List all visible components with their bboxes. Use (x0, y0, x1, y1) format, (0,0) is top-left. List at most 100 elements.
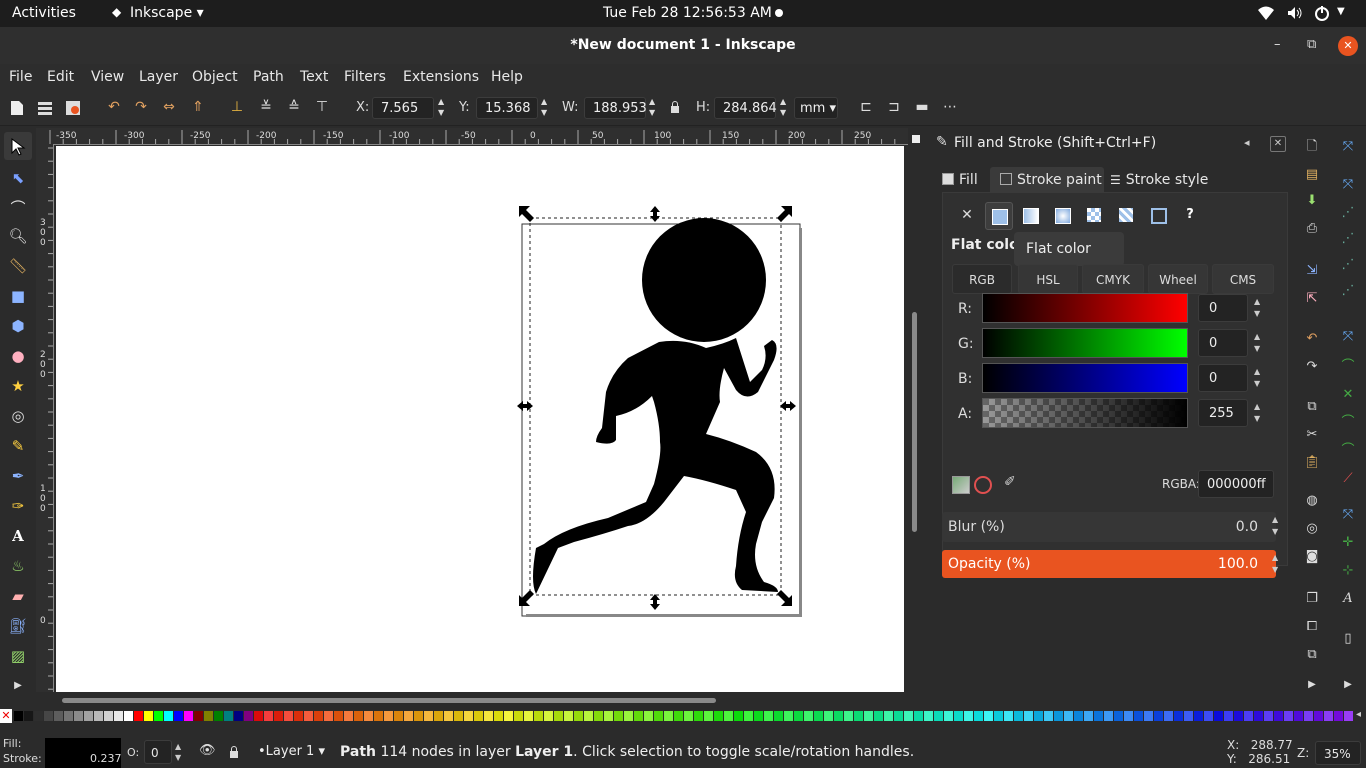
palette-swatch[interactable] (34, 711, 43, 721)
out-of-gamut-icon[interactable] (974, 476, 992, 494)
palette-swatch[interactable] (1014, 711, 1023, 721)
export-icon[interactable]: ⇱ (1303, 290, 1321, 308)
speaker-icon[interactable] (1287, 6, 1303, 20)
palette-swatch[interactable] (224, 711, 233, 721)
palette-swatch[interactable] (1164, 711, 1173, 721)
linear-gradient-button[interactable] (1017, 202, 1043, 228)
palette-swatch[interactable] (1084, 711, 1093, 721)
palette-swatch[interactable] (344, 711, 353, 721)
palette-swatch[interactable] (584, 711, 593, 721)
close-button[interactable]: ✕ (1338, 36, 1358, 56)
palette-swatch[interactable] (944, 711, 953, 721)
lower-icon[interactable]: ≚ (258, 99, 274, 115)
palette-swatch[interactable] (254, 711, 263, 721)
palette-swatch[interactable] (894, 711, 903, 721)
panel-close-button[interactable]: ✕ (1270, 136, 1286, 152)
more-commands-arrow-icon[interactable]: ▶ (1303, 676, 1321, 694)
drawing-canvas[interactable] (56, 146, 904, 692)
snap-cusp-icon[interactable]: ⌒ (1339, 414, 1357, 432)
palette-swatch[interactable] (1194, 711, 1203, 721)
palette-swatch[interactable] (1334, 711, 1343, 721)
palette-swatch[interactable] (1054, 711, 1063, 721)
b-slider[interactable] (982, 363, 1188, 393)
system-menu-arrow[interactable]: ▼ (1337, 6, 1345, 17)
palette-swatch[interactable] (134, 711, 143, 721)
menu-layer[interactable]: Layer (139, 69, 178, 85)
palette-swatch[interactable] (854, 711, 863, 721)
menu-extensions[interactable]: Extensions (403, 69, 479, 85)
palette-swatch[interactable] (1004, 711, 1013, 721)
selector-tool-icon[interactable] (10, 138, 26, 156)
app-menu[interactable]: Inkscape ▾ (130, 5, 204, 21)
flat-color-button[interactable] (985, 202, 1013, 230)
palette-swatch[interactable] (524, 711, 533, 721)
rgba-input[interactable]: 000000ff (1198, 470, 1274, 498)
palette-swatch[interactable] (744, 711, 753, 721)
unset-paint-button[interactable] (1145, 202, 1171, 228)
palette-swatch[interactable] (604, 711, 613, 721)
raise-icon[interactable]: ≙ (286, 99, 302, 115)
palette-swatch[interactable] (934, 711, 943, 721)
snap-midpoint-icon[interactable]: ⋰ (1339, 256, 1357, 274)
palette-swatch[interactable] (674, 711, 683, 721)
x-stepper[interactable]: ▲ ▼ (438, 96, 444, 118)
palette-swatch[interactable] (164, 711, 173, 721)
undo-icon[interactable]: ↶ (106, 99, 122, 115)
menu-edit[interactable]: Edit (47, 69, 74, 85)
horizontal-scrollbar[interactable] (56, 694, 908, 706)
x-input[interactable]: 7.565 (372, 97, 434, 119)
palette-swatch[interactable] (714, 711, 723, 721)
snap-center-icon[interactable]: ⋰ (1339, 282, 1357, 300)
tweak-tool-icon[interactable]: ⌒ (8, 198, 28, 218)
layer-lock-icon[interactable] (229, 746, 239, 758)
stroke-width[interactable]: 0.237 (90, 752, 122, 765)
snap-bbox-edge-icon[interactable]: ⋰ (1339, 204, 1357, 222)
color-palette[interactable]: ✕ ◂ (0, 709, 1366, 723)
snap-bbox-corner-icon[interactable]: ⋰ (1339, 230, 1357, 248)
palette-swatch[interactable] (884, 711, 893, 721)
scale-stroke-icon[interactable]: ⊏ (858, 99, 874, 115)
palette-swatch[interactable] (424, 711, 433, 721)
palette-swatch[interactable] (964, 711, 973, 721)
palette-swatch[interactable] (74, 711, 83, 721)
no-color-swatch[interactable]: ✕ (0, 709, 12, 723)
menu-filters[interactable]: Filters (344, 69, 386, 85)
palette-swatch[interactable] (384, 711, 393, 721)
undo-cmd-icon[interactable]: ↶ (1303, 330, 1321, 348)
r-stepper[interactable]: ▲ ▼ (1254, 296, 1260, 320)
palette-swatch[interactable] (814, 711, 823, 721)
palette-swatch[interactable] (404, 711, 413, 721)
tab-stroke-style[interactable]: ☰ Stroke style (1110, 167, 1220, 193)
palette-swatch[interactable] (1034, 711, 1043, 721)
clock[interactable]: Tue Feb 28 12:56:53 AM (603, 5, 772, 21)
palette-swatch[interactable] (244, 711, 253, 721)
palette-swatch[interactable] (504, 711, 513, 721)
palette-menu-arrow-icon[interactable]: ◂ (1356, 709, 1361, 720)
palette-swatch[interactable] (1234, 711, 1243, 721)
snap-smooth-icon[interactable]: ⌒ (1339, 442, 1357, 460)
palette-swatch[interactable] (114, 711, 123, 721)
palette-swatch[interactable] (684, 711, 693, 721)
palette-swatch[interactable] (794, 711, 803, 721)
lock-icon[interactable] (670, 101, 680, 113)
palette-swatch[interactable] (514, 711, 523, 721)
gradient-tool-icon[interactable]: ▨ (8, 646, 28, 666)
eraser-tool-icon[interactable]: ▰ (8, 586, 28, 606)
tab-stroke-paint[interactable]: Stroke paint (990, 167, 1104, 193)
palette-swatch[interactable] (414, 711, 423, 721)
palette-swatch[interactable] (614, 711, 623, 721)
palette-swatch[interactable] (564, 711, 573, 721)
palette-swatch[interactable] (204, 711, 213, 721)
pattern-button[interactable] (1081, 202, 1107, 228)
palette-swatch[interactable] (104, 711, 113, 721)
palette-swatch[interactable] (1214, 711, 1223, 721)
palette-swatch[interactable] (1244, 711, 1253, 721)
palette-swatch[interactable] (1184, 711, 1193, 721)
palette-swatch[interactable] (734, 711, 743, 721)
snap-nodes-icon[interactable]: ⤧ (1339, 328, 1357, 346)
palette-swatch[interactable] (1044, 711, 1053, 721)
palette-swatch[interactable] (24, 711, 33, 721)
palette-swatch[interactable] (54, 711, 63, 721)
palette-swatch[interactable] (94, 711, 103, 721)
snap-line-midpoint-icon[interactable]: ⟋ (1339, 470, 1357, 488)
